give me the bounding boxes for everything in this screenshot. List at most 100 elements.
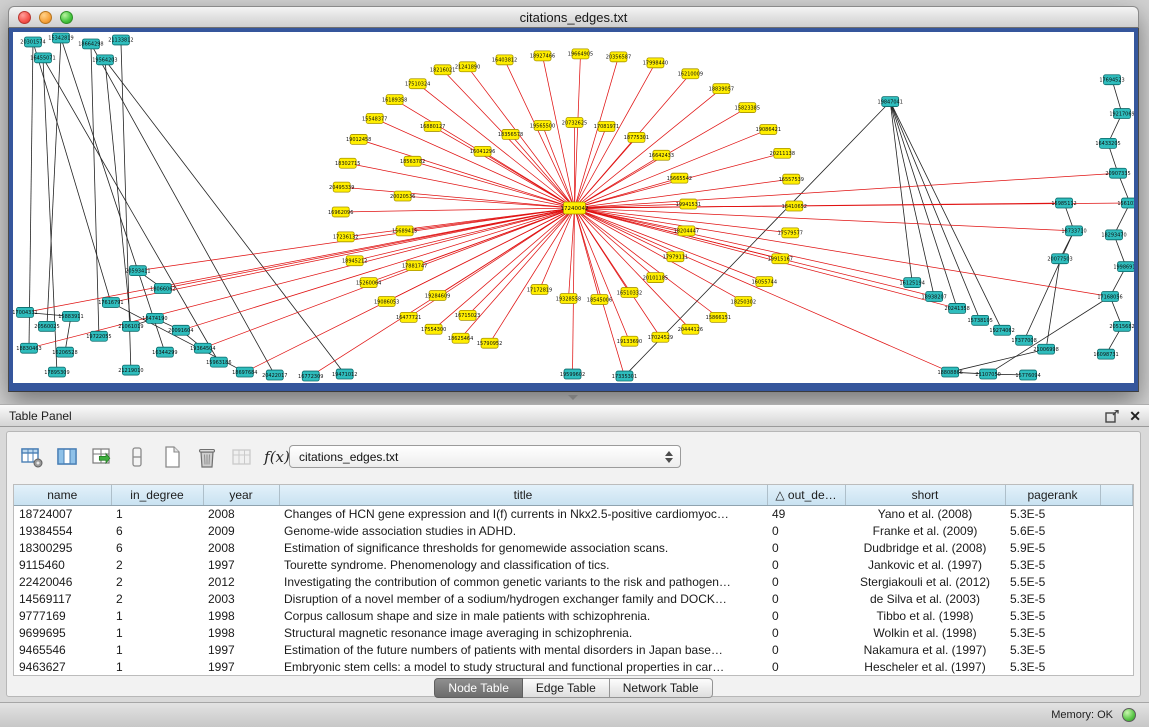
cell[interactable]: 0: [767, 522, 845, 539]
table-row[interactable]: 946554611997Estimation of the future num…: [14, 641, 1133, 658]
cell[interactable]: Embryonic stem cells: a model to study s…: [279, 658, 767, 675]
splitter-collapse-handle[interactable]: [568, 395, 578, 400]
cell[interactable]: 5.5E-5: [1005, 573, 1100, 590]
cell[interactable]: 0: [767, 607, 845, 624]
cell[interactable]: de Silva et al. (2003): [845, 590, 1005, 607]
close-panel-icon[interactable]: ✕: [1129, 408, 1141, 424]
import-table-button[interactable]: [229, 444, 255, 470]
new-document-button[interactable]: [159, 444, 185, 470]
cell[interactable]: 14569117: [14, 590, 111, 607]
window-titlebar[interactable]: citations_edges.txt: [8, 6, 1139, 28]
column-header[interactable]: short: [845, 485, 1005, 505]
cell[interactable]: 0: [767, 556, 845, 573]
cell[interactable]: 9699695: [14, 624, 111, 641]
cell[interactable]: 2: [111, 556, 203, 573]
table-row[interactable]: 1830029562008Estimation of significance …: [14, 539, 1133, 556]
table-row[interactable]: 911546021997Tourette syndrome. Phenomeno…: [14, 556, 1133, 573]
cell[interactable]: 1997: [203, 641, 279, 658]
tab-network-table[interactable]: Network Table: [610, 678, 713, 698]
zoom-window-button[interactable]: [60, 11, 73, 24]
cell[interactable]: 49: [767, 505, 845, 522]
edit-columns-button[interactable]: [89, 444, 115, 470]
cell[interactable]: Corpus callosum shape and size in male p…: [279, 607, 767, 624]
table-row[interactable]: 1872400712008Changes of HCN gene express…: [14, 505, 1133, 522]
cell[interactable]: 0: [767, 624, 845, 641]
minimize-window-button[interactable]: [39, 11, 52, 24]
cell[interactable]: 0: [767, 573, 845, 590]
cell[interactable]: Dudbridge et al. (2008): [845, 539, 1005, 556]
float-panel-icon[interactable]: [1105, 410, 1119, 423]
cell[interactable]: Franke et al. (2009): [845, 522, 1005, 539]
cell[interactable]: Nakamura et al. (1997): [845, 641, 1005, 658]
cell[interactable]: 6: [111, 539, 203, 556]
cell[interactable]: 18724007: [14, 505, 111, 522]
column-header[interactable]: name: [14, 485, 111, 505]
close-window-button[interactable]: [18, 11, 31, 24]
memory-status-indicator[interactable]: [1122, 708, 1136, 722]
delete-table-button[interactable]: [194, 444, 220, 470]
cell[interactable]: Genome-wide association studies in ADHD.: [279, 522, 767, 539]
cell[interactable]: Disruption of a novel member of a sodium…: [279, 590, 767, 607]
cell[interactable]: 9463627: [14, 658, 111, 675]
cell[interactable]: 1997: [203, 556, 279, 573]
cell[interactable]: 1: [111, 641, 203, 658]
cell[interactable]: 0: [767, 539, 845, 556]
cell[interactable]: 2012: [203, 573, 279, 590]
row-cells-button[interactable]: [124, 444, 150, 470]
cell[interactable]: 9777169: [14, 607, 111, 624]
cell[interactable]: 5.3E-5: [1005, 505, 1100, 522]
cell[interactable]: 22420046: [14, 573, 111, 590]
cell[interactable]: 9115460: [14, 556, 111, 573]
cell[interactable]: 1997: [203, 658, 279, 675]
cell[interactable]: 19384554: [14, 522, 111, 539]
cell[interactable]: Wolkin et al. (1998): [845, 624, 1005, 641]
cell[interactable]: 5.3E-5: [1005, 607, 1100, 624]
cell[interactable]: 1: [111, 658, 203, 675]
cell[interactable]: 5.3E-5: [1005, 641, 1100, 658]
table-row[interactable]: 977716911998Corpus callosum shape and si…: [14, 607, 1133, 624]
show-columns-button[interactable]: [54, 444, 80, 470]
table-row[interactable]: 2242004622012Investigating the contribut…: [14, 573, 1133, 590]
cell[interactable]: Yano et al. (2008): [845, 505, 1005, 522]
cell[interactable]: 0: [767, 641, 845, 658]
cell[interactable]: 0: [767, 590, 845, 607]
table-row[interactable]: 969969511998Structural magnetic resonanc…: [14, 624, 1133, 641]
table-row[interactable]: 1456911722003Disruption of a novel membe…: [14, 590, 1133, 607]
tab-edge-table[interactable]: Edge Table: [523, 678, 610, 698]
network-canvas[interactable]: 2030157415342819186642982113381216455071…: [13, 32, 1134, 383]
cell[interactable]: Estimation of the future numbers of pati…: [279, 641, 767, 658]
cell[interactable]: 5.3E-5: [1005, 590, 1100, 607]
cell[interactable]: 2: [111, 590, 203, 607]
tab-node-table[interactable]: Node Table: [434, 678, 523, 698]
cell[interactable]: 18300295: [14, 539, 111, 556]
cell[interactable]: 2009: [203, 522, 279, 539]
cell[interactable]: 2008: [203, 539, 279, 556]
cell[interactable]: 2003: [203, 590, 279, 607]
cell[interactable]: 5.6E-5: [1005, 522, 1100, 539]
cell[interactable]: Stergiakouli et al. (2012): [845, 573, 1005, 590]
column-header[interactable]: title: [279, 485, 767, 505]
cell[interactable]: 9465546: [14, 641, 111, 658]
column-header[interactable]: pagerank: [1005, 485, 1100, 505]
column-header[interactable]: year: [203, 485, 279, 505]
cell[interactable]: 1998: [203, 607, 279, 624]
column-header[interactable]: △ out_de…: [767, 485, 845, 505]
cell[interactable]: 1: [111, 624, 203, 641]
cell[interactable]: 5.3E-5: [1005, 624, 1100, 641]
cell[interactable]: 6: [111, 522, 203, 539]
cell[interactable]: 2008: [203, 505, 279, 522]
cell[interactable]: Estimation of significance thresholds fo…: [279, 539, 767, 556]
function-builder-button[interactable]: f(x): [264, 444, 290, 470]
cell[interactable]: 1: [111, 505, 203, 522]
table-row[interactable]: 946362711997Embryonic stem cells: a mode…: [14, 658, 1133, 675]
cell[interactable]: Tourette syndrome. Phenomenology and cla…: [279, 556, 767, 573]
cell[interactable]: 5.9E-5: [1005, 539, 1100, 556]
cell[interactable]: 5.3E-5: [1005, 556, 1100, 573]
cell[interactable]: Investigating the contribution of common…: [279, 573, 767, 590]
table-select-dropdown[interactable]: citations_edges.txt: [289, 445, 681, 468]
cell[interactable]: 2: [111, 573, 203, 590]
cell[interactable]: 5.3E-5: [1005, 658, 1100, 675]
cell[interactable]: Changes of HCN gene expression and I(f) …: [279, 505, 767, 522]
cell[interactable]: Hescheler et al. (1997): [845, 658, 1005, 675]
table-row[interactable]: 1938455462009Genome-wide association stu…: [14, 522, 1133, 539]
